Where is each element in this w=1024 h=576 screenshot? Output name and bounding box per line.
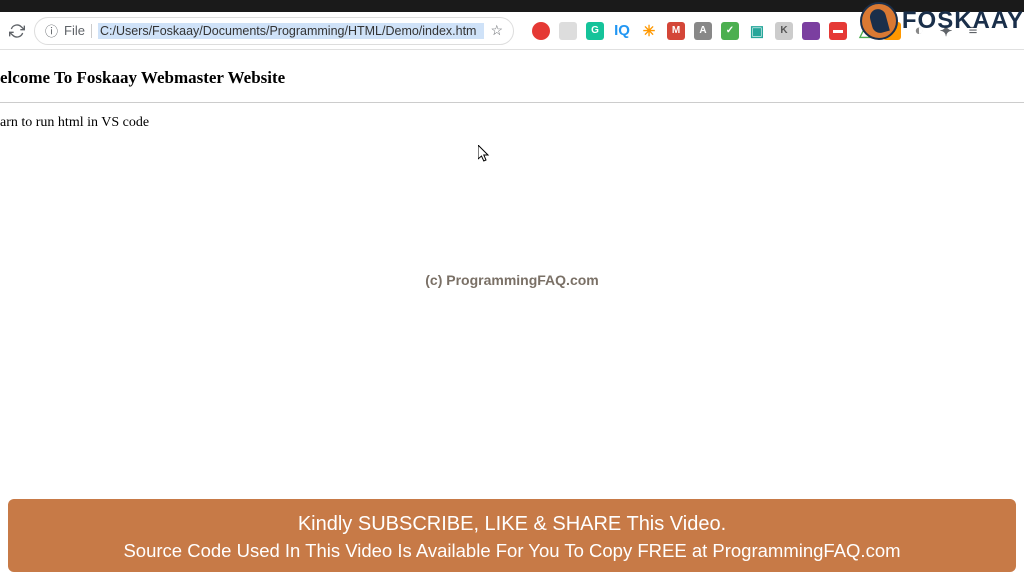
gray-a-extension-icon[interactable]: A xyxy=(694,22,712,40)
purple-box-extension-icon[interactable] xyxy=(802,22,820,40)
horizontal-rule xyxy=(0,102,1024,103)
k-circle-extension-icon[interactable]: K xyxy=(775,22,793,40)
reload-button[interactable] xyxy=(8,22,26,40)
info-icon: ⓘ xyxy=(45,21,58,40)
url-path: C:/Users/Foskaay/Documents/Programming/H… xyxy=(98,23,484,39)
banner-line-1: Kindly SUBSCRIBE, LIKE & SHARE This Vide… xyxy=(28,513,996,536)
watermark-text: (c) ProgrammingFAQ.com xyxy=(425,272,598,288)
grammarly-extension-icon[interactable]: G xyxy=(586,22,604,40)
promo-banner: Kindly SUBSCRIBE, LIKE & SHARE This Vide… xyxy=(8,499,1016,572)
red-circle-extension-icon[interactable] xyxy=(532,22,550,40)
gmail-extension-icon[interactable]: M xyxy=(667,22,685,40)
iq-extension-icon[interactable]: IQ xyxy=(613,22,631,40)
logo-icon xyxy=(860,2,898,40)
banner-line-2: Source Code Used In This Video Is Availa… xyxy=(28,540,996,562)
red-chart-extension-icon[interactable]: ▬ xyxy=(829,22,847,40)
page-title: elcome To Foskaay Webmaster Website xyxy=(0,50,1024,98)
gray-box-extension-icon[interactable] xyxy=(559,22,577,40)
shield-extension-icon[interactable]: ✓ xyxy=(721,22,739,40)
file-label: File xyxy=(64,23,85,38)
page-body-text: arn to run html in VS code xyxy=(0,107,1024,139)
orange-bug-extension-icon[interactable]: ✳ xyxy=(640,22,658,40)
foskaay-logo: FOSKAAY xyxy=(860,2,1024,40)
divider xyxy=(91,24,92,38)
cursor-icon xyxy=(478,145,492,168)
page-content: elcome To Foskaay Webmaster Website arn … xyxy=(0,50,1024,139)
teal-box-extension-icon[interactable]: ▣ xyxy=(748,22,766,40)
bookmark-star-icon[interactable]: ☆ xyxy=(490,22,503,39)
address-bar[interactable]: ⓘ File C:/Users/Foskaay/Documents/Progra… xyxy=(34,17,514,45)
logo-text: FOSKAAY xyxy=(902,7,1024,35)
